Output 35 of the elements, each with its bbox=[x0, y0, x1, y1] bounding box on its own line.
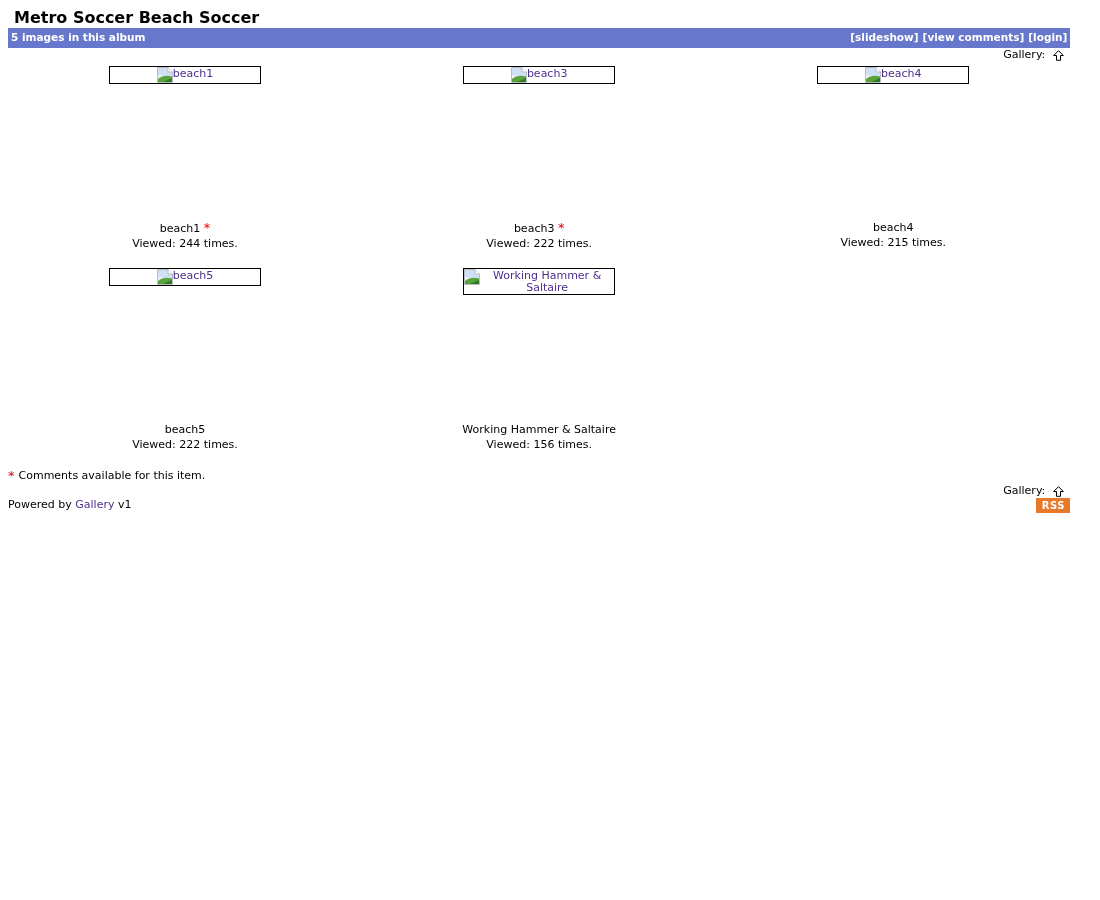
gallery-nav-label: Gallery: bbox=[1003, 484, 1046, 498]
thumbnail-image-link[interactable]: beach4 bbox=[817, 66, 970, 84]
gallery-link[interactable]: Gallery bbox=[75, 497, 115, 511]
gallery-nav-label: Gallery: bbox=[1003, 48, 1046, 62]
album-title: Metro Soccer Beach Soccer bbox=[13, 8, 261, 28]
album-action-link[interactable]: [view comments] bbox=[922, 30, 1025, 46]
view-count-text: Viewed: 156 times. bbox=[486, 438, 592, 451]
image-title: beach1 bbox=[159, 222, 201, 235]
view-count-text: Viewed: 222 times. bbox=[486, 237, 592, 250]
view-count-text: Viewed: 244 times. bbox=[132, 237, 238, 250]
broken-image-icon bbox=[156, 269, 173, 285]
broken-image-icon bbox=[156, 67, 173, 83]
comment-asterisk: * bbox=[557, 220, 565, 235]
thumbnail-image-link[interactable]: Working Hammer & Saltaire bbox=[463, 268, 616, 295]
image-count-text: 5 images in this album bbox=[11, 30, 146, 46]
thumbnail-image-link[interactable]: beach5 bbox=[109, 268, 262, 286]
view-count-text: Viewed: 222 times. bbox=[132, 438, 238, 451]
up-arrow-icon[interactable] bbox=[1053, 49, 1065, 61]
broken-image-icon bbox=[865, 67, 881, 83]
powered-by-text: Powered by Gallery v1 bbox=[8, 496, 132, 513]
thumbnail-image-link[interactable]: beach1 bbox=[109, 66, 262, 84]
image-title: Working Hammer & Saltaire bbox=[462, 423, 616, 436]
comment-asterisk: * bbox=[8, 469, 15, 483]
view-count-text: Viewed: 215 times. bbox=[840, 236, 947, 249]
broken-image-icon bbox=[464, 269, 481, 285]
album-action-link[interactable]: [login] bbox=[1028, 30, 1068, 46]
comment-asterisk: * bbox=[203, 220, 211, 235]
broken-image-icon bbox=[510, 67, 527, 83]
legend-text: Comments available for this item. bbox=[18, 469, 206, 483]
image-title: beach5 bbox=[164, 423, 206, 436]
thumbnail-image-link[interactable]: beach3 bbox=[463, 66, 616, 84]
album-action-link[interactable]: [slideshow] bbox=[850, 30, 919, 46]
up-arrow-icon[interactable] bbox=[1053, 485, 1065, 497]
image-title: beach3 bbox=[513, 222, 555, 235]
image-title: beach4 bbox=[873, 221, 914, 234]
